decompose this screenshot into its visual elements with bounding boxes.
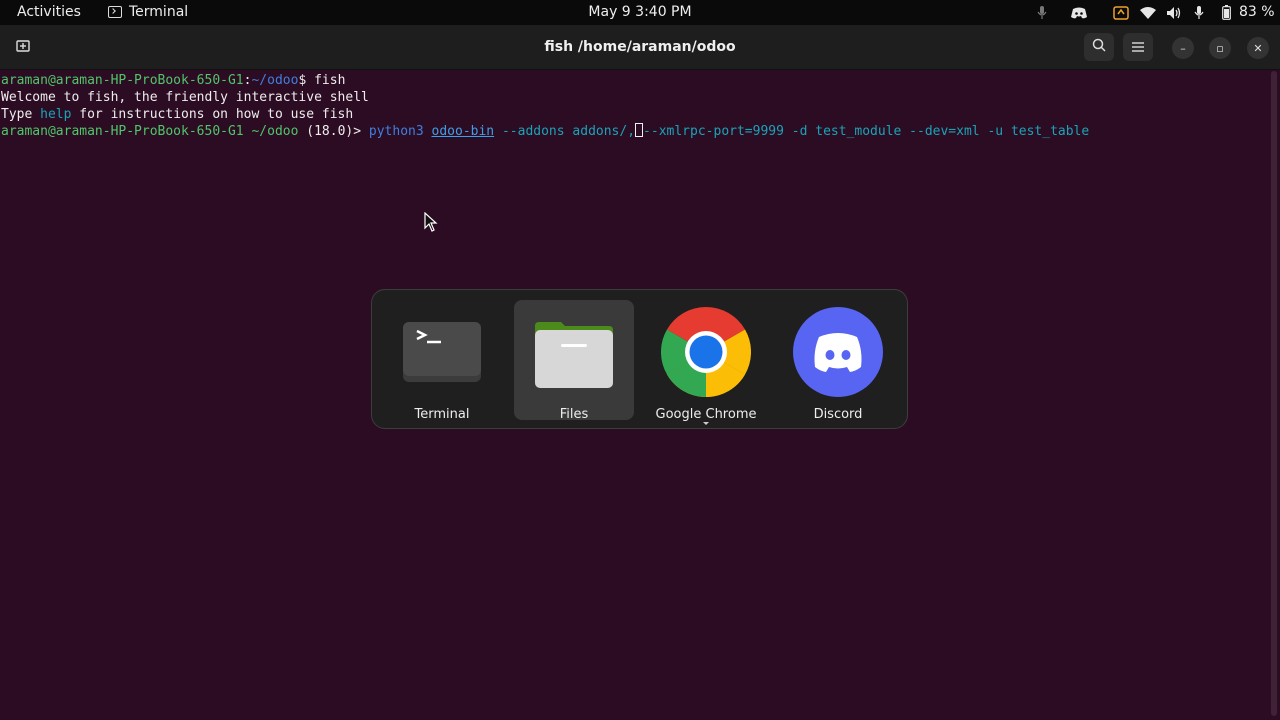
files-app-icon: [535, 322, 613, 388]
text-cursor: [635, 123, 644, 137]
command-name: python3: [368, 124, 424, 139]
maximize-button[interactable]: ▫: [1209, 37, 1231, 59]
command-arg: --addons: [501, 124, 565, 139]
terminal-app-icon: [403, 322, 481, 382]
prompt-branch: (18.0)>: [306, 124, 362, 139]
switcher-label: Files: [559, 407, 589, 422]
command-arg: test_table: [1010, 124, 1090, 139]
battery-percentage[interactable]: 83 %: [1239, 4, 1275, 20]
terminal-output[interactable]: araman@araman-HP-ProBook-650-G1:~/odoo$ …: [1, 72, 1089, 140]
switcher-item-discord[interactable]: Discord: [778, 300, 898, 422]
window-count-indicator: [703, 422, 709, 425]
minimize-button[interactable]: –: [1172, 37, 1194, 59]
command-arg: --dev=xml: [909, 124, 980, 139]
switcher-label: Google Chrome: [655, 407, 757, 422]
close-icon: ✕: [1253, 41, 1263, 55]
terminal-line-4: araman@araman-HP-ProBook-650-G1 ~/odoo (…: [1, 123, 1089, 140]
terminal-line-1: araman@araman-HP-ProBook-650-G1:~/odoo$ …: [1, 72, 1089, 89]
app-switcher: Terminal Files Google Chrome Discord: [371, 289, 908, 429]
close-button[interactable]: ✕: [1247, 37, 1269, 59]
help-keyword: help: [40, 107, 72, 122]
menu-button[interactable]: [1123, 33, 1153, 61]
search-button[interactable]: [1084, 33, 1114, 61]
hamburger-icon: [1132, 38, 1144, 56]
top-bar: Activities Terminal May 9 3:40 PM 83 %: [0, 0, 1280, 25]
mouse-pointer-icon: [424, 212, 438, 232]
scrollbar[interactable]: [1271, 71, 1277, 716]
chrome-app-icon: [661, 307, 751, 397]
activities-button[interactable]: Activities: [17, 4, 81, 20]
minimize-icon: –: [1180, 41, 1186, 55]
command-file: odoo-bin: [431, 124, 495, 139]
search-icon: [1092, 38, 1106, 56]
maximize-icon: ▫: [1216, 41, 1224, 55]
terminal-line-3: Type help for instructions on how to use…: [1, 106, 1089, 123]
prompt-user-host: araman@araman-HP-ProBook-650-G1: [1, 124, 244, 139]
command-arg: test_module: [815, 124, 902, 139]
line-text: Type: [1, 107, 41, 122]
new-tab-icon: [16, 38, 30, 56]
switcher-label: Terminal: [414, 407, 470, 422]
discord-tray-icon[interactable]: [1070, 4, 1088, 21]
prompt-path: ~/odoo: [251, 73, 299, 88]
command-text: $ fish: [298, 73, 346, 88]
switcher-item-terminal[interactable]: Terminal: [382, 300, 502, 422]
command-arg: -d: [791, 124, 808, 139]
command-arg: --xmlrpc-port=9999: [643, 124, 784, 139]
clock[interactable]: May 9 3:40 PM: [588, 4, 691, 20]
switcher-label: Discord: [813, 407, 863, 422]
prompt-path: ~/odoo: [251, 124, 299, 139]
app-menu[interactable]: Terminal: [108, 4, 188, 20]
terminal-line-2: Welcome to fish, the friendly interactiv…: [1, 90, 369, 105]
microphone-indicator-icon[interactable]: [1036, 4, 1048, 21]
line-text: for instructions on how to use fish: [71, 107, 354, 122]
switcher-item-files[interactable]: Files: [514, 300, 634, 422]
terminal-icon: [108, 6, 122, 18]
microphone-icon[interactable]: [1192, 4, 1206, 21]
prompt-user-host: araman@araman-HP-ProBook-650-G1: [1, 73, 244, 88]
switcher-item-google-chrome[interactable]: Google Chrome: [646, 300, 766, 425]
update-tray-icon[interactable]: [1112, 4, 1130, 21]
command-arg: addons/,: [572, 124, 636, 139]
command-arg: -u: [987, 124, 1004, 139]
battery-icon[interactable]: [1220, 4, 1232, 21]
discord-app-icon: [793, 307, 883, 397]
wifi-icon[interactable]: [1139, 4, 1157, 21]
new-tab-button[interactable]: [8, 33, 38, 61]
app-menu-label: Terminal: [129, 4, 189, 20]
volume-icon[interactable]: [1165, 4, 1183, 21]
header-bar: fish /home/araman/odoo – ▫ ✕: [0, 25, 1280, 70]
